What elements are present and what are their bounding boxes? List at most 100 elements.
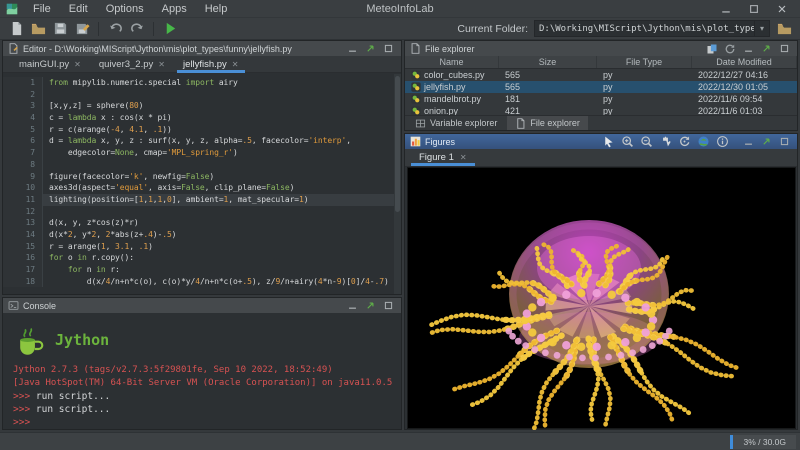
float-icon bbox=[366, 45, 373, 52]
file-row-color_cubes.py[interactable]: color_cubes.py 565 py 2022/12/27 04:16 bbox=[405, 69, 797, 81]
minimize-panel-button[interactable] bbox=[344, 299, 360, 312]
maximize-panel-button[interactable] bbox=[776, 135, 792, 148]
save-as-button[interactable] bbox=[72, 19, 92, 39]
console-output[interactable]: Jython Jython 2.7.3 (tags/v2.7.3:5f29801… bbox=[3, 314, 401, 429]
float-panel-button[interactable] bbox=[758, 42, 774, 55]
close-icon[interactable]: ✕ bbox=[232, 60, 239, 69]
new-file-icon bbox=[12, 21, 21, 36]
menu-item-edit[interactable]: Edit bbox=[60, 3, 97, 15]
float-panel-button[interactable] bbox=[758, 135, 774, 148]
code-line-2: 2 bbox=[3, 88, 401, 101]
close-icon[interactable]: ✕ bbox=[74, 60, 81, 69]
memory-indicator[interactable]: 3% / 30.0G bbox=[730, 434, 796, 449]
figure-canvas[interactable] bbox=[407, 167, 796, 430]
maximize-panel-button[interactable] bbox=[380, 299, 396, 312]
run-icon bbox=[166, 22, 175, 35]
float-panel-button[interactable] bbox=[362, 42, 378, 55]
line-number: 14 bbox=[3, 228, 43, 241]
code-editor[interactable]: 1 from mipylib.numeric.special import air… bbox=[3, 74, 401, 294]
window-maximize-button[interactable] bbox=[742, 1, 766, 17]
app-logo-icon bbox=[6, 3, 18, 14]
dock-tab-variable-explorer[interactable]: Variable explorer bbox=[407, 116, 505, 130]
tab-label: mainGUI.py bbox=[19, 58, 70, 70]
rotate-tool-button[interactable] bbox=[676, 135, 692, 148]
toolbar: Current Folder: D:\Working\MIScript\Jyth… bbox=[0, 18, 800, 40]
menu-item-help[interactable]: Help bbox=[196, 3, 237, 15]
rotate-icon bbox=[679, 136, 689, 147]
code-line-10: 10 axes3d(aspect='equal', axis=False, cli… bbox=[3, 182, 401, 194]
titlebar: File Edit Options Apps Help MeteoInfoLab bbox=[0, 0, 800, 18]
current-folder-label: Current Folder: bbox=[457, 22, 528, 35]
info-icon bbox=[716, 136, 728, 147]
globe-tool-button[interactable] bbox=[695, 135, 711, 148]
current-folder-combo[interactable]: D:\Working\MIScript\Jython\mis\plot_type… bbox=[534, 20, 770, 37]
figures-titlebar: Figures bbox=[405, 134, 797, 149]
code-text: figure(facecolor='k', newfig=False) bbox=[49, 171, 215, 181]
console-prompt-line: >>> run script... bbox=[13, 403, 391, 416]
dock-tab-file-explorer[interactable]: File explorer bbox=[507, 116, 588, 130]
redo-button[interactable] bbox=[127, 19, 147, 39]
menu-item-options[interactable]: Options bbox=[97, 3, 153, 15]
zoom-in-tool-button[interactable] bbox=[619, 135, 635, 148]
code-line-14: 14 d(x*2, y*2, 2*abs(z+.4)-.5) bbox=[3, 228, 401, 241]
jython-cup-icon bbox=[20, 327, 44, 355]
zoom-out-tool-button[interactable] bbox=[638, 135, 654, 148]
maximize-panel-button[interactable] bbox=[380, 42, 396, 55]
refresh-icon bbox=[725, 44, 735, 53]
figure-tab-row: Figure 1 ✕ bbox=[405, 149, 797, 167]
editor-tab-jellyfish.py[interactable]: jellyfish.py ✕ bbox=[175, 56, 247, 73]
run-button[interactable] bbox=[160, 19, 180, 39]
chevron-down-icon[interactable]: ▾ bbox=[754, 21, 769, 36]
prompt: >>> bbox=[13, 391, 36, 402]
maximize-icon bbox=[780, 44, 788, 53]
menu-item-apps[interactable]: Apps bbox=[153, 3, 196, 15]
window-minimize-button[interactable] bbox=[714, 1, 738, 17]
statusbar: 3% / 30.0G bbox=[0, 432, 800, 450]
new-file-button[interactable] bbox=[6, 19, 26, 39]
undo-button[interactable] bbox=[105, 19, 125, 39]
pyfile-icon bbox=[411, 94, 421, 104]
editor-tab-quiver3_2.py[interactable]: quiver3_2.py ✕ bbox=[91, 56, 173, 72]
cursor-tool-button[interactable] bbox=[600, 135, 616, 148]
file-row-jellyfish.py[interactable]: jellyfish.py 565 py 2022/12/30 01:05 bbox=[405, 81, 797, 93]
close-icon[interactable]: ✕ bbox=[460, 153, 467, 162]
grid-icon bbox=[415, 119, 426, 127]
maximize-panel-button[interactable] bbox=[776, 42, 792, 55]
code-text: d = lambda x, y, z : surf(x, y, z, alpha… bbox=[49, 136, 351, 146]
new-window-button[interactable] bbox=[704, 42, 720, 55]
save-button[interactable] bbox=[50, 19, 70, 39]
editor-tab-mainGUI.py[interactable]: mainGUI.py ✕ bbox=[11, 56, 89, 72]
editor-scrollbar[interactable] bbox=[394, 74, 401, 294]
float-icon bbox=[762, 45, 769, 52]
refresh-button[interactable] bbox=[722, 42, 738, 55]
minimize-panel-button[interactable] bbox=[740, 135, 756, 148]
file-row-mandelbrot.py[interactable]: mandelbrot.py 181 py 2022/11/6 09:54 bbox=[405, 93, 797, 105]
code-text: lighting(position=[1,1,1,0], ambient=1, … bbox=[49, 194, 309, 204]
prompt: >>> bbox=[13, 417, 36, 428]
line-number: 15 bbox=[3, 240, 43, 253]
column-header-size[interactable]: Size bbox=[499, 56, 597, 68]
column-header-file-type[interactable]: File Type bbox=[597, 56, 692, 68]
window-close-button[interactable] bbox=[770, 1, 794, 17]
figure-tab[interactable]: Figure 1 ✕ bbox=[409, 149, 477, 166]
pan-tool-button[interactable] bbox=[657, 135, 673, 148]
toolbar-separator bbox=[98, 21, 99, 36]
close-icon[interactable]: ✕ bbox=[158, 60, 165, 69]
menu-item-file[interactable]: File bbox=[24, 3, 60, 15]
editor-scrollbar-thumb[interactable] bbox=[395, 76, 400, 213]
column-header-date-modified[interactable]: Date Modified bbox=[692, 56, 797, 68]
console-banner-line: Jython 2.7.3 (tags/v2.7.3:5f29801fe, Sep… bbox=[13, 365, 333, 375]
line-number: 18 bbox=[3, 275, 43, 288]
minimize-panel-button[interactable] bbox=[740, 42, 756, 55]
file-name: color_cubes.py bbox=[424, 70, 485, 80]
float-panel-button[interactable] bbox=[362, 299, 378, 312]
window-controls bbox=[714, 1, 794, 17]
info-tool-button[interactable] bbox=[714, 135, 730, 148]
column-header-name[interactable]: Name bbox=[405, 56, 499, 68]
browse-folder-button[interactable] bbox=[774, 19, 794, 39]
close-icon bbox=[778, 5, 786, 12]
open-folder-button[interactable] bbox=[28, 19, 48, 39]
minimize-panel-button[interactable] bbox=[344, 42, 360, 55]
